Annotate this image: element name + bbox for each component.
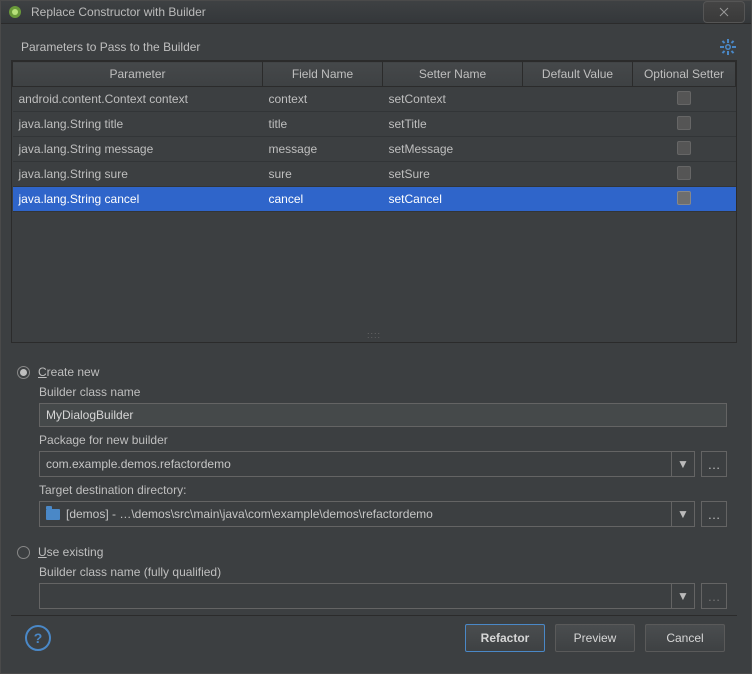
table-spare-area: :::: bbox=[12, 212, 736, 342]
table-row[interactable]: java.lang.String suresuresetSure bbox=[13, 162, 736, 187]
table-cell[interactable] bbox=[523, 112, 633, 137]
chevron-down-icon: ▼ bbox=[671, 584, 694, 608]
table-cell[interactable] bbox=[523, 137, 633, 162]
col-parameter[interactable]: Parameter bbox=[13, 62, 263, 87]
existing-class-label: Builder class name (fully qualified) bbox=[39, 565, 727, 579]
table-cell[interactable]: java.lang.String sure bbox=[13, 162, 263, 187]
checkbox[interactable] bbox=[677, 116, 691, 130]
browse-target-button[interactable]: … bbox=[701, 501, 727, 527]
create-new-radio[interactable]: Create new bbox=[17, 365, 727, 379]
table-cell[interactable]: setSure bbox=[383, 162, 523, 187]
preview-button[interactable]: Preview bbox=[555, 624, 635, 652]
table-cell[interactable]: setContext bbox=[383, 87, 523, 112]
settings-button[interactable] bbox=[719, 38, 737, 56]
dialog-footer: ? Refactor Preview Cancel bbox=[11, 615, 737, 664]
col-setter[interactable]: Setter Name bbox=[383, 62, 523, 87]
dialog-title: Replace Constructor with Builder bbox=[31, 5, 703, 19]
table-row[interactable]: java.lang.String titletitlesetTitle bbox=[13, 112, 736, 137]
col-field[interactable]: Field Name bbox=[263, 62, 383, 87]
resize-grip-icon[interactable]: :::: bbox=[367, 330, 381, 340]
table-cell[interactable] bbox=[523, 162, 633, 187]
optional-setter-cell[interactable] bbox=[633, 162, 736, 187]
close-button[interactable] bbox=[703, 1, 745, 23]
folder-icon bbox=[46, 509, 60, 520]
table-cell[interactable]: context bbox=[263, 87, 383, 112]
optional-setter-cell[interactable] bbox=[633, 187, 736, 212]
radio-icon bbox=[17, 366, 30, 379]
builder-class-name-input[interactable] bbox=[39, 403, 727, 427]
table-cell[interactable]: android.content.Context context bbox=[13, 87, 263, 112]
chevron-down-icon[interactable]: ▼ bbox=[671, 502, 694, 526]
cancel-button[interactable]: Cancel bbox=[645, 624, 725, 652]
dialog-content: Parameters to Pass to the Builder Parame… bbox=[1, 24, 751, 674]
optional-setter-cell[interactable] bbox=[633, 112, 736, 137]
help-button[interactable]: ? bbox=[25, 625, 51, 651]
col-default[interactable]: Default Value bbox=[523, 62, 633, 87]
col-optional[interactable]: Optional Setter bbox=[633, 62, 736, 87]
refactor-button[interactable]: Refactor bbox=[465, 624, 545, 652]
table-cell[interactable]: setMessage bbox=[383, 137, 523, 162]
use-existing-label: Use existing bbox=[38, 545, 103, 559]
app-icon bbox=[7, 4, 23, 20]
table-cell[interactable]: cancel bbox=[263, 187, 383, 212]
table-row[interactable]: java.lang.String messagemessagesetMessag… bbox=[13, 137, 736, 162]
create-new-label: Create new bbox=[38, 365, 99, 379]
table-cell[interactable]: setCancel bbox=[383, 187, 523, 212]
section-label: Parameters to Pass to the Builder bbox=[11, 40, 200, 54]
parameters-table[interactable]: Parameter Field Name Setter Name Default… bbox=[11, 60, 737, 343]
package-label: Package for new builder bbox=[39, 433, 727, 447]
table-cell[interactable] bbox=[523, 87, 633, 112]
dialog-window: Replace Constructor with Builder Paramet… bbox=[0, 0, 752, 674]
table-cell[interactable] bbox=[523, 187, 633, 212]
optional-setter-cell[interactable] bbox=[633, 137, 736, 162]
table-cell[interactable]: java.lang.String title bbox=[13, 112, 263, 137]
browse-package-button[interactable]: … bbox=[701, 451, 727, 477]
use-existing-radio[interactable]: Use existing bbox=[17, 545, 727, 559]
chevron-down-icon[interactable]: ▼ bbox=[671, 452, 694, 476]
table-row[interactable]: android.content.Context contextcontextse… bbox=[13, 87, 736, 112]
optional-setter-cell[interactable] bbox=[633, 87, 736, 112]
browse-existing-button[interactable]: … bbox=[701, 583, 727, 609]
table-cell[interactable]: message bbox=[263, 137, 383, 162]
table-cell[interactable]: title bbox=[263, 112, 383, 137]
target-dir-combo[interactable]: [demos] - …\demos\src\main\java\com\exam… bbox=[39, 501, 695, 527]
checkbox[interactable] bbox=[677, 166, 691, 180]
existing-class-combo: ▼ bbox=[39, 583, 695, 609]
radio-icon bbox=[17, 546, 30, 559]
table-cell[interactable]: java.lang.String message bbox=[13, 137, 263, 162]
checkbox[interactable] bbox=[677, 191, 691, 205]
checkbox[interactable] bbox=[677, 141, 691, 155]
builder-class-name-label: Builder class name bbox=[39, 385, 727, 399]
table-cell[interactable]: setTitle bbox=[383, 112, 523, 137]
title-bar: Replace Constructor with Builder bbox=[1, 1, 751, 24]
table-header-row: Parameter Field Name Setter Name Default… bbox=[13, 62, 736, 87]
checkbox[interactable] bbox=[677, 91, 691, 105]
table-cell[interactable]: sure bbox=[263, 162, 383, 187]
table-row[interactable]: java.lang.String cancelcancelsetCancel bbox=[13, 187, 736, 212]
package-combo[interactable]: com.example.demos.refactordemo ▼ bbox=[39, 451, 695, 477]
builder-form: Create new Builder class name Package fo… bbox=[11, 343, 737, 615]
table-cell[interactable]: java.lang.String cancel bbox=[13, 187, 263, 212]
target-dir-label: Target destination directory: bbox=[39, 483, 727, 497]
